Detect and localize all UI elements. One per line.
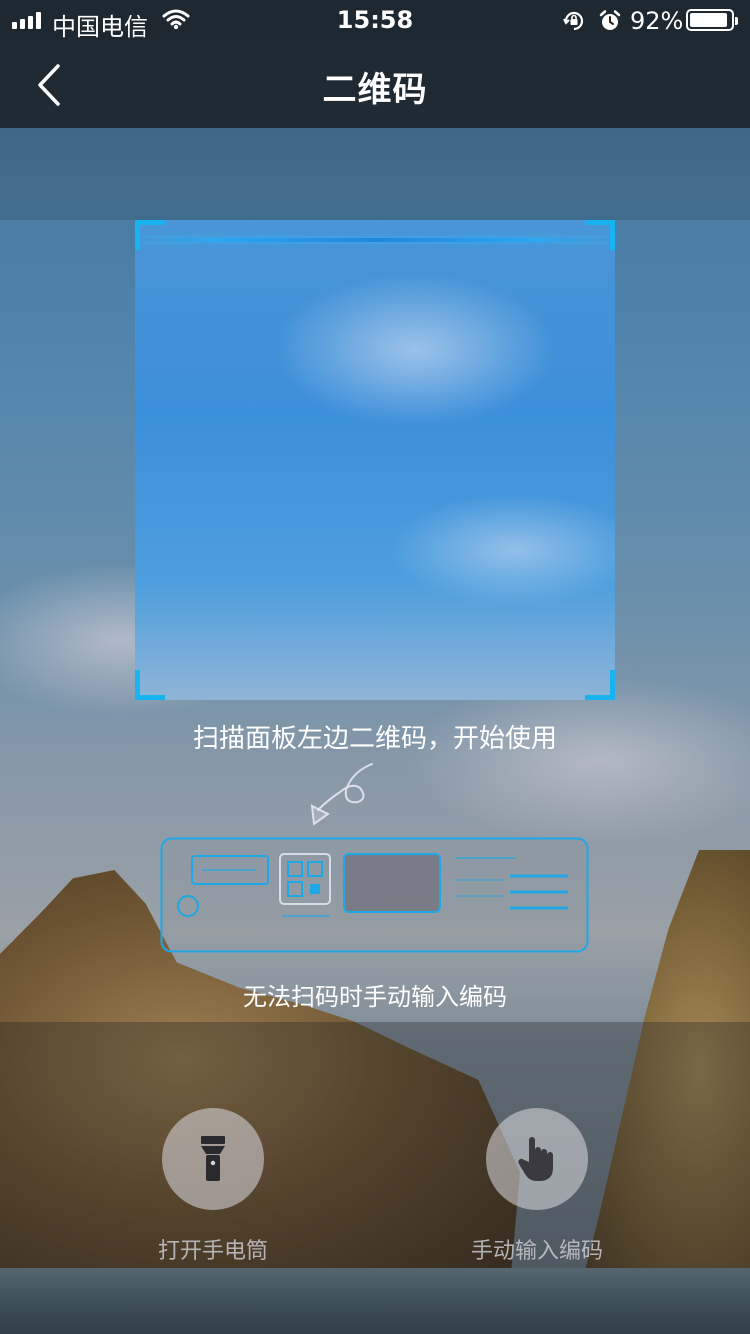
orientation-lock-icon: [562, 9, 586, 39]
manual-input-label: 手动输入编码: [470, 1239, 603, 1264]
manual-input-button[interactable]: [486, 1108, 588, 1210]
viewfinder-corner: [585, 220, 615, 250]
flashlight-button[interactable]: [162, 1108, 264, 1210]
scan-overlay: [0, 128, 750, 220]
flashlight-icon: [201, 1136, 225, 1181]
alarm-icon: [598, 9, 622, 39]
scan-line: [143, 238, 607, 242]
device-panel-illustration-icon: [160, 837, 589, 953]
page-title: 二维码: [322, 70, 428, 110]
curved-arrow-icon: [310, 763, 373, 826]
navigation-bar: 二维码: [0, 40, 750, 128]
manual-input-hint: 无法扫码时手动输入编码: [243, 983, 507, 1011]
battery-percent: 92%: [630, 7, 684, 35]
scan-viewfinder: [135, 220, 615, 700]
scan-hint-text: 扫描面板左边二维码，开始使用: [192, 724, 557, 754]
flashlight-label: 打开手电筒: [157, 1239, 268, 1264]
viewfinder-corner: [135, 220, 165, 250]
viewfinder-corner: [135, 670, 165, 700]
hand-pointer-icon: [518, 1137, 553, 1181]
bottom-action-panel: [0, 1022, 750, 1334]
status-bar: 中国电信 15:58 92%: [0, 0, 750, 41]
battery-icon: [686, 9, 738, 31]
viewfinder-corner: [585, 670, 615, 700]
